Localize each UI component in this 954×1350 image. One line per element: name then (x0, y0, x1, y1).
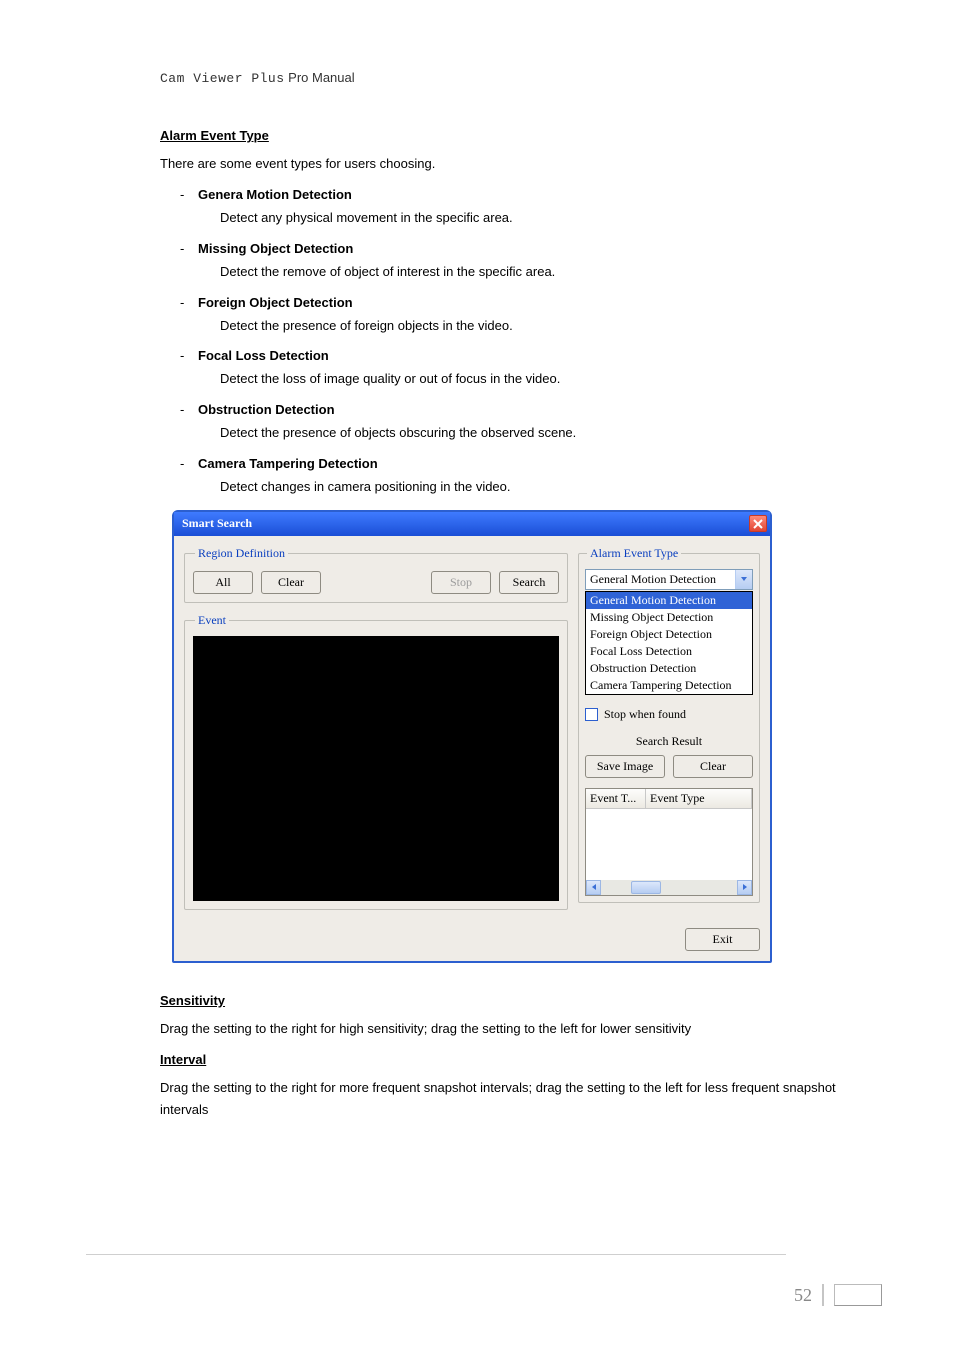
event-group: Event (184, 613, 568, 910)
dropdown-option[interactable]: Focal Loss Detection (586, 643, 752, 660)
type-desc: Detect changes in camera positioning in … (220, 477, 864, 498)
dropdown-option[interactable]: Obstruction Detection (586, 660, 752, 677)
smart-search-dialog: Smart Search Region Definition All Clear… (172, 510, 772, 963)
doc-header: Cam Viewer Plus Pro Manual (160, 70, 864, 86)
event-type-list: -Genera Motion Detection Detect any phys… (180, 187, 864, 498)
event-video-view[interactable] (193, 636, 559, 901)
scroll-left-icon[interactable] (586, 880, 601, 895)
combo-selected: General Motion Detection (586, 572, 735, 587)
dropdown-option[interactable]: Missing Object Detection (586, 609, 752, 626)
list-item: -Camera Tampering Detection Detect chang… (180, 456, 864, 498)
list-item: -Focal Loss Detection Detect the loss of… (180, 348, 864, 390)
clear-button[interactable]: Clear (261, 571, 321, 594)
heading-alarm-event-type: Alarm Event Type (160, 128, 864, 143)
doc-header-mono: Cam Viewer Plus (160, 71, 285, 86)
footer-box (834, 1284, 882, 1306)
alarm-type-dropdown[interactable]: General Motion Detection Missing Object … (585, 591, 753, 695)
type-desc: Detect the presence of foreign objects i… (220, 316, 864, 337)
alarm-event-type-group: Alarm Event Type General Motion Detectio… (578, 546, 760, 903)
scroll-thumb[interactable] (631, 881, 661, 894)
type-desc: Detect the presence of objects obscuring… (220, 423, 864, 444)
bullet-dash: - (180, 187, 188, 202)
dropdown-option[interactable]: Camera Tampering Detection (586, 677, 752, 694)
save-image-button[interactable]: Save Image (585, 755, 665, 778)
heading-sensitivity: Sensitivity (160, 993, 864, 1008)
type-desc: Detect any physical movement in the spec… (220, 208, 864, 229)
interval-body: Drag the setting to the right for more f… (160, 1077, 864, 1121)
all-button[interactable]: All (193, 571, 253, 594)
chevron-down-icon (735, 570, 752, 589)
type-title: Foreign Object Detection (198, 295, 353, 310)
page-number: 52 (794, 1285, 812, 1306)
close-icon (753, 519, 763, 529)
search-result-label: Search Result (585, 734, 753, 749)
close-button[interactable] (749, 515, 767, 532)
dialog-title: Smart Search (182, 516, 252, 531)
scroll-track[interactable] (601, 880, 737, 895)
type-desc: Detect the loss of image quality or out … (220, 369, 864, 390)
search-results-table[interactable]: Event T... Event Type (585, 788, 753, 896)
bullet-dash: - (180, 295, 188, 310)
checkbox-icon (585, 708, 598, 721)
dropdown-option[interactable]: General Motion Detection (586, 592, 752, 609)
type-title: Missing Object Detection (198, 241, 353, 256)
type-desc: Detect the remove of object of interest … (220, 262, 864, 283)
type-title: Focal Loss Detection (198, 348, 329, 363)
table-header: Event T... Event Type (586, 789, 752, 809)
list-item: -Foreign Object Detection Detect the pre… (180, 295, 864, 337)
horizontal-scrollbar[interactable] (586, 880, 752, 895)
type-title: Camera Tampering Detection (198, 456, 378, 471)
alarm-type-combo[interactable]: General Motion Detection (585, 569, 753, 590)
alarm-legend: Alarm Event Type (587, 546, 681, 561)
search-button[interactable]: Search (499, 571, 559, 594)
clear-results-button[interactable]: Clear (673, 755, 753, 778)
dialog-titlebar[interactable]: Smart Search (174, 512, 770, 536)
type-title: Obstruction Detection (198, 402, 335, 417)
event-legend: Event (195, 613, 229, 628)
list-item: -Obstruction Detection Detect the presen… (180, 402, 864, 444)
footer-rule (86, 1254, 786, 1255)
alarm-intro: There are some event types for users cho… (160, 153, 864, 175)
bullet-dash: - (180, 456, 188, 471)
page-footer: 52 (794, 1284, 882, 1306)
heading-interval: Interval (160, 1052, 864, 1067)
col-event-type[interactable]: Event Type (646, 789, 752, 808)
doc-header-rest: Pro Manual (285, 70, 355, 85)
list-item: -Genera Motion Detection Detect any phys… (180, 187, 864, 229)
region-legend: Region Definition (195, 546, 288, 561)
checkbox-label: Stop when found (604, 707, 686, 722)
scroll-right-icon[interactable] (737, 880, 752, 895)
dropdown-option[interactable]: Foreign Object Detection (586, 626, 752, 643)
stop-when-found-checkbox[interactable]: Stop when found (585, 707, 753, 722)
footer-divider (822, 1284, 824, 1306)
list-item: -Missing Object Detection Detect the rem… (180, 241, 864, 283)
bullet-dash: - (180, 348, 188, 363)
stop-button[interactable]: Stop (431, 571, 491, 594)
bullet-dash: - (180, 402, 188, 417)
type-title: Genera Motion Detection (198, 187, 352, 202)
bullet-dash: - (180, 241, 188, 256)
region-definition-group: Region Definition All Clear Stop Search (184, 546, 568, 603)
sensitivity-body: Drag the setting to the right for high s… (160, 1018, 864, 1040)
exit-button[interactable]: Exit (685, 928, 760, 951)
col-event-time[interactable]: Event T... (586, 789, 646, 808)
